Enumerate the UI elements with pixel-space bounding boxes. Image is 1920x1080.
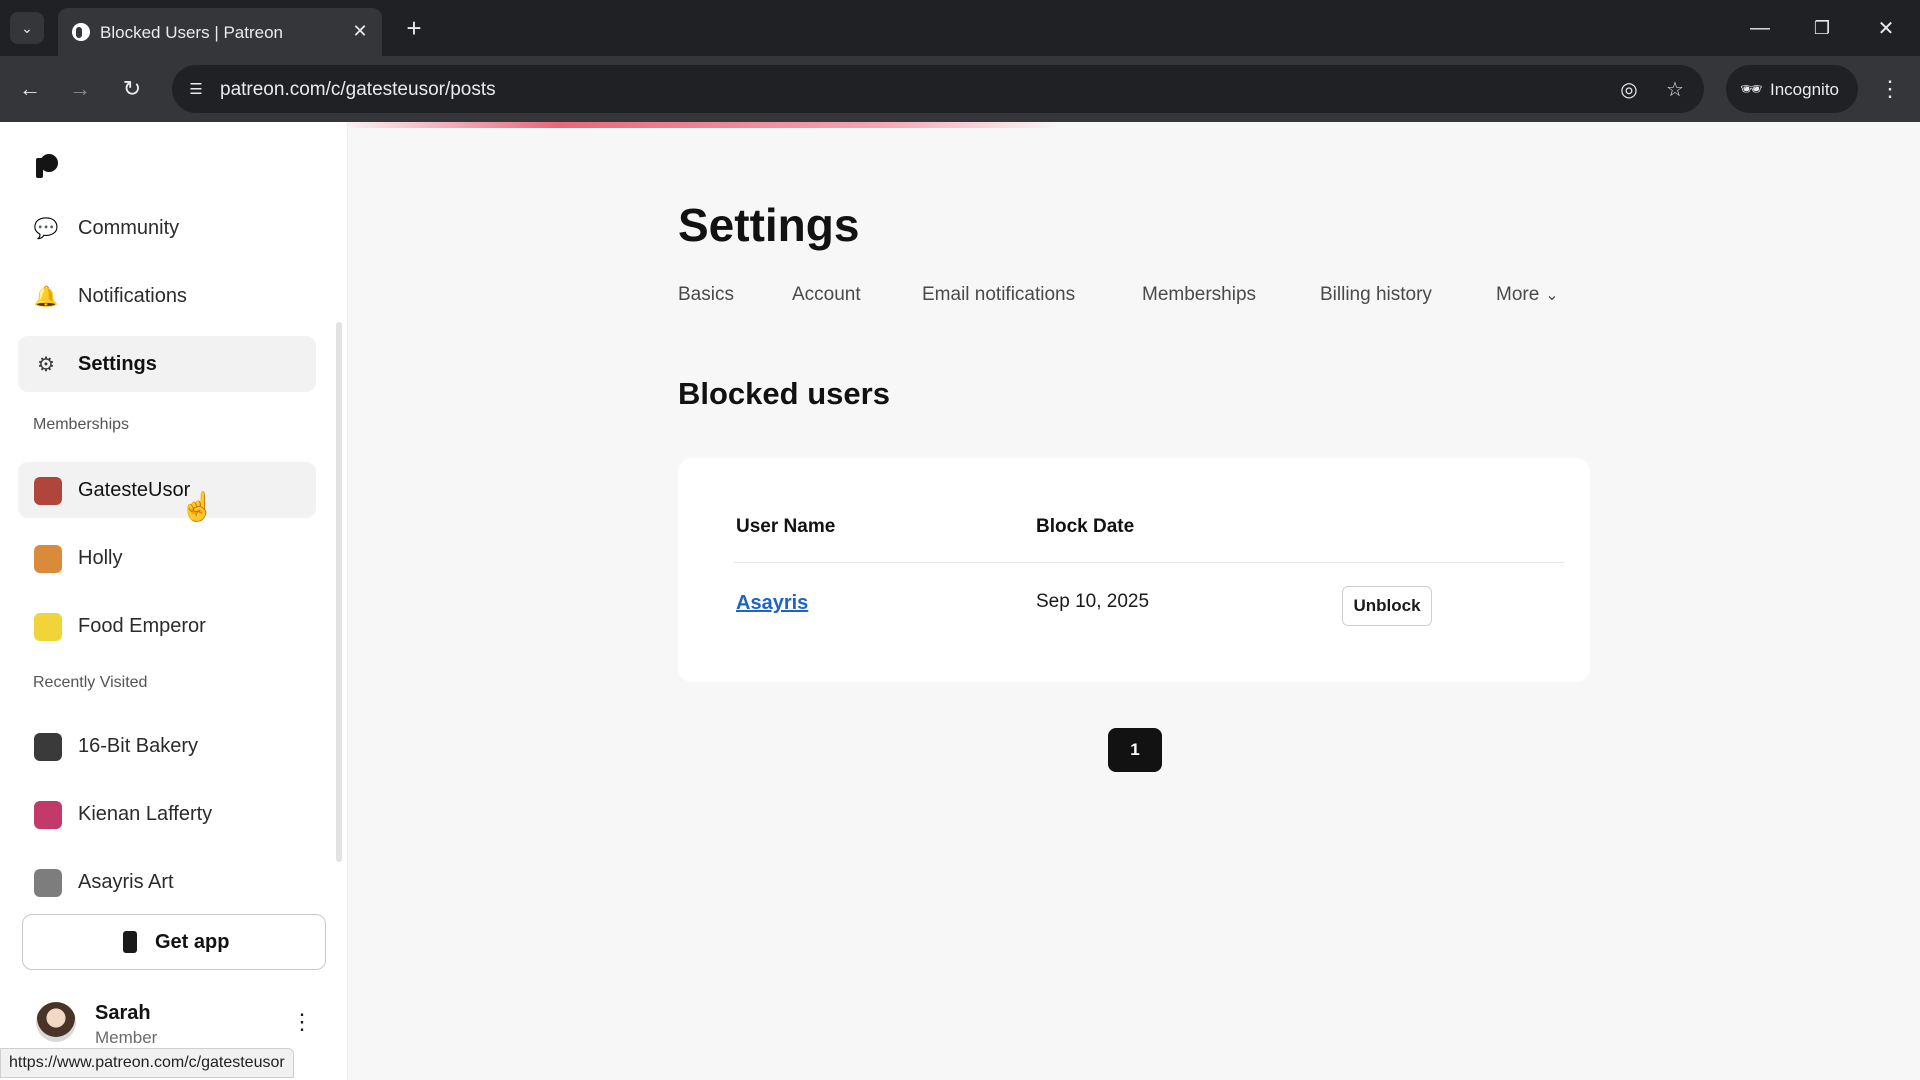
browser-tab-bar: ⌄ Blocked Users | Patreon ✕ + — ❐ ✕ bbox=[0, 0, 1920, 56]
new-tab-button[interactable]: + bbox=[398, 12, 430, 44]
sidebar-item-label: Asayris Art bbox=[78, 871, 174, 893]
sidebar-item-holly[interactable]: Holly bbox=[18, 530, 316, 586]
patreon-logo-icon[interactable] bbox=[36, 154, 58, 178]
chevron-down-icon: ⌄ bbox=[1545, 287, 1559, 304]
creator-avatar bbox=[34, 801, 62, 829]
browser-menu-icon[interactable]: ⋮ bbox=[1876, 73, 1904, 105]
creator-avatar bbox=[34, 477, 62, 505]
blocked-users-heading: Blocked users bbox=[678, 376, 890, 411]
table-divider bbox=[734, 562, 1564, 563]
sidebar-item-settings[interactable]: ⚙ Settings bbox=[18, 336, 316, 392]
sidebar-item-asayris-art[interactable]: Asayris Art bbox=[18, 854, 316, 910]
link-status-bar: https://www.patreon.com/c/gatesteusor bbox=[0, 1048, 294, 1078]
memberships-heading: Memberships bbox=[33, 416, 130, 433]
creator-avatar bbox=[34, 613, 62, 641]
sidebar-item-label: Notifications bbox=[78, 285, 187, 307]
restore-window-button[interactable]: ❐ bbox=[1802, 10, 1842, 46]
close-window-button[interactable]: ✕ bbox=[1866, 10, 1906, 46]
sidebar-item-label: GatesteUsor bbox=[78, 479, 191, 501]
tab-title: Blocked Users | Patreon bbox=[100, 23, 283, 42]
sidebar-item-label: Holly bbox=[78, 547, 123, 569]
user-role: Member bbox=[95, 1028, 158, 1047]
site-info-icon[interactable]: ☰ bbox=[184, 77, 208, 101]
tab-search-button[interactable]: ⌄ bbox=[10, 12, 44, 44]
column-header-block-date: Block Date bbox=[1036, 516, 1135, 537]
creator-avatar bbox=[34, 869, 62, 897]
close-tab-icon[interactable]: ✕ bbox=[348, 19, 372, 43]
forward-button[interactable]: → bbox=[64, 73, 96, 105]
back-button[interactable]: ← bbox=[14, 73, 46, 105]
sidebar: 💬 Community 🔔 Notifications ⚙ Settings M… bbox=[0, 122, 348, 1080]
block-date: Sep 10, 2025 bbox=[1036, 591, 1150, 612]
sidebar-item-kienan-lafferty[interactable]: Kienan Lafferty bbox=[18, 786, 316, 842]
reload-button[interactable]: ↻ bbox=[116, 73, 148, 105]
sidebar-item-food-emperor[interactable]: Food Emperor bbox=[18, 598, 316, 654]
page-title: Settings bbox=[678, 199, 860, 251]
incognito-icon: 🕶 bbox=[1740, 79, 1763, 99]
patreon-favicon-icon bbox=[72, 23, 90, 41]
tab-account[interactable]: Account bbox=[792, 284, 861, 306]
browser-tab[interactable]: Blocked Users | Patreon ✕ bbox=[58, 8, 382, 56]
hand-pointer-cursor-icon: ☝ bbox=[180, 491, 215, 522]
blocked-users-table: User Name Block Date Asayris Sep 10, 202… bbox=[678, 458, 1590, 682]
recently-visited-heading: Recently Visited bbox=[33, 674, 148, 691]
column-header-user-name: User Name bbox=[736, 516, 836, 537]
sidebar-item-label: Settings bbox=[78, 353, 157, 375]
sidebar-item-16-bit-bakery[interactable]: 16-Bit Bakery bbox=[18, 718, 316, 774]
address-bar[interactable]: ☰ patreon.com/c/gatesteusor/posts ◎ ☆ bbox=[172, 65, 1704, 113]
community-icon: 💬 bbox=[33, 217, 59, 240]
sidebar-item-gatesteusor[interactable]: GatesteUsor bbox=[18, 462, 316, 518]
bookmark-star-icon[interactable]: ☆ bbox=[1662, 76, 1688, 102]
url-text[interactable]: patreon.com/c/gatesteusor/posts bbox=[220, 79, 496, 101]
sidebar-item-community[interactable]: 💬 Community bbox=[18, 200, 316, 256]
tab-memberships[interactable]: Memberships bbox=[1142, 284, 1256, 306]
incognito-indicator[interactable]: 🕶 Incognito bbox=[1726, 65, 1858, 113]
get-app-label: Get app bbox=[155, 931, 230, 953]
incognito-label: Incognito bbox=[1770, 80, 1839, 99]
phone-icon bbox=[123, 931, 137, 953]
tab-more-label: More bbox=[1496, 284, 1540, 305]
sidebar-scrollbar[interactable] bbox=[336, 322, 342, 862]
minimize-window-button[interactable]: — bbox=[1740, 10, 1780, 46]
tab-email-notifications[interactable]: Email notifications bbox=[922, 284, 1075, 306]
sidebar-item-label: Community bbox=[78, 217, 180, 239]
get-app-button[interactable]: Get app bbox=[22, 914, 326, 970]
pagination-page-button[interactable]: 1 bbox=[1108, 728, 1162, 772]
sidebar-item-notifications[interactable]: 🔔 Notifications bbox=[18, 268, 316, 324]
sidebar-item-label: Food Emperor bbox=[78, 615, 206, 637]
page-loading-bar bbox=[340, 122, 1060, 128]
user-menu-icon[interactable]: ⋮ bbox=[290, 1006, 314, 1038]
tab-basics[interactable]: Basics bbox=[678, 284, 734, 306]
unblock-button[interactable]: Unblock bbox=[1342, 586, 1432, 626]
sidebar-item-label: 16-Bit Bakery bbox=[78, 735, 199, 757]
creator-avatar bbox=[34, 733, 62, 761]
user-name: Sarah bbox=[95, 1002, 151, 1024]
creator-avatar bbox=[34, 545, 62, 573]
tab-billing-history[interactable]: Billing history bbox=[1320, 284, 1432, 306]
sidebar-item-label: Kienan Lafferty bbox=[78, 803, 213, 825]
tab-more[interactable]: More ⌄ bbox=[1496, 284, 1559, 306]
browser-toolbar: ← → ↻ ☰ patreon.com/c/gatesteusor/posts … bbox=[0, 56, 1920, 122]
blocked-user-link[interactable]: Asayris bbox=[736, 592, 808, 615]
eye-off-icon[interactable]: ◎ bbox=[1616, 76, 1642, 102]
gear-icon: ⚙ bbox=[37, 353, 55, 376]
avatar[interactable] bbox=[36, 1002, 76, 1042]
bell-icon: 🔔 bbox=[33, 285, 59, 308]
